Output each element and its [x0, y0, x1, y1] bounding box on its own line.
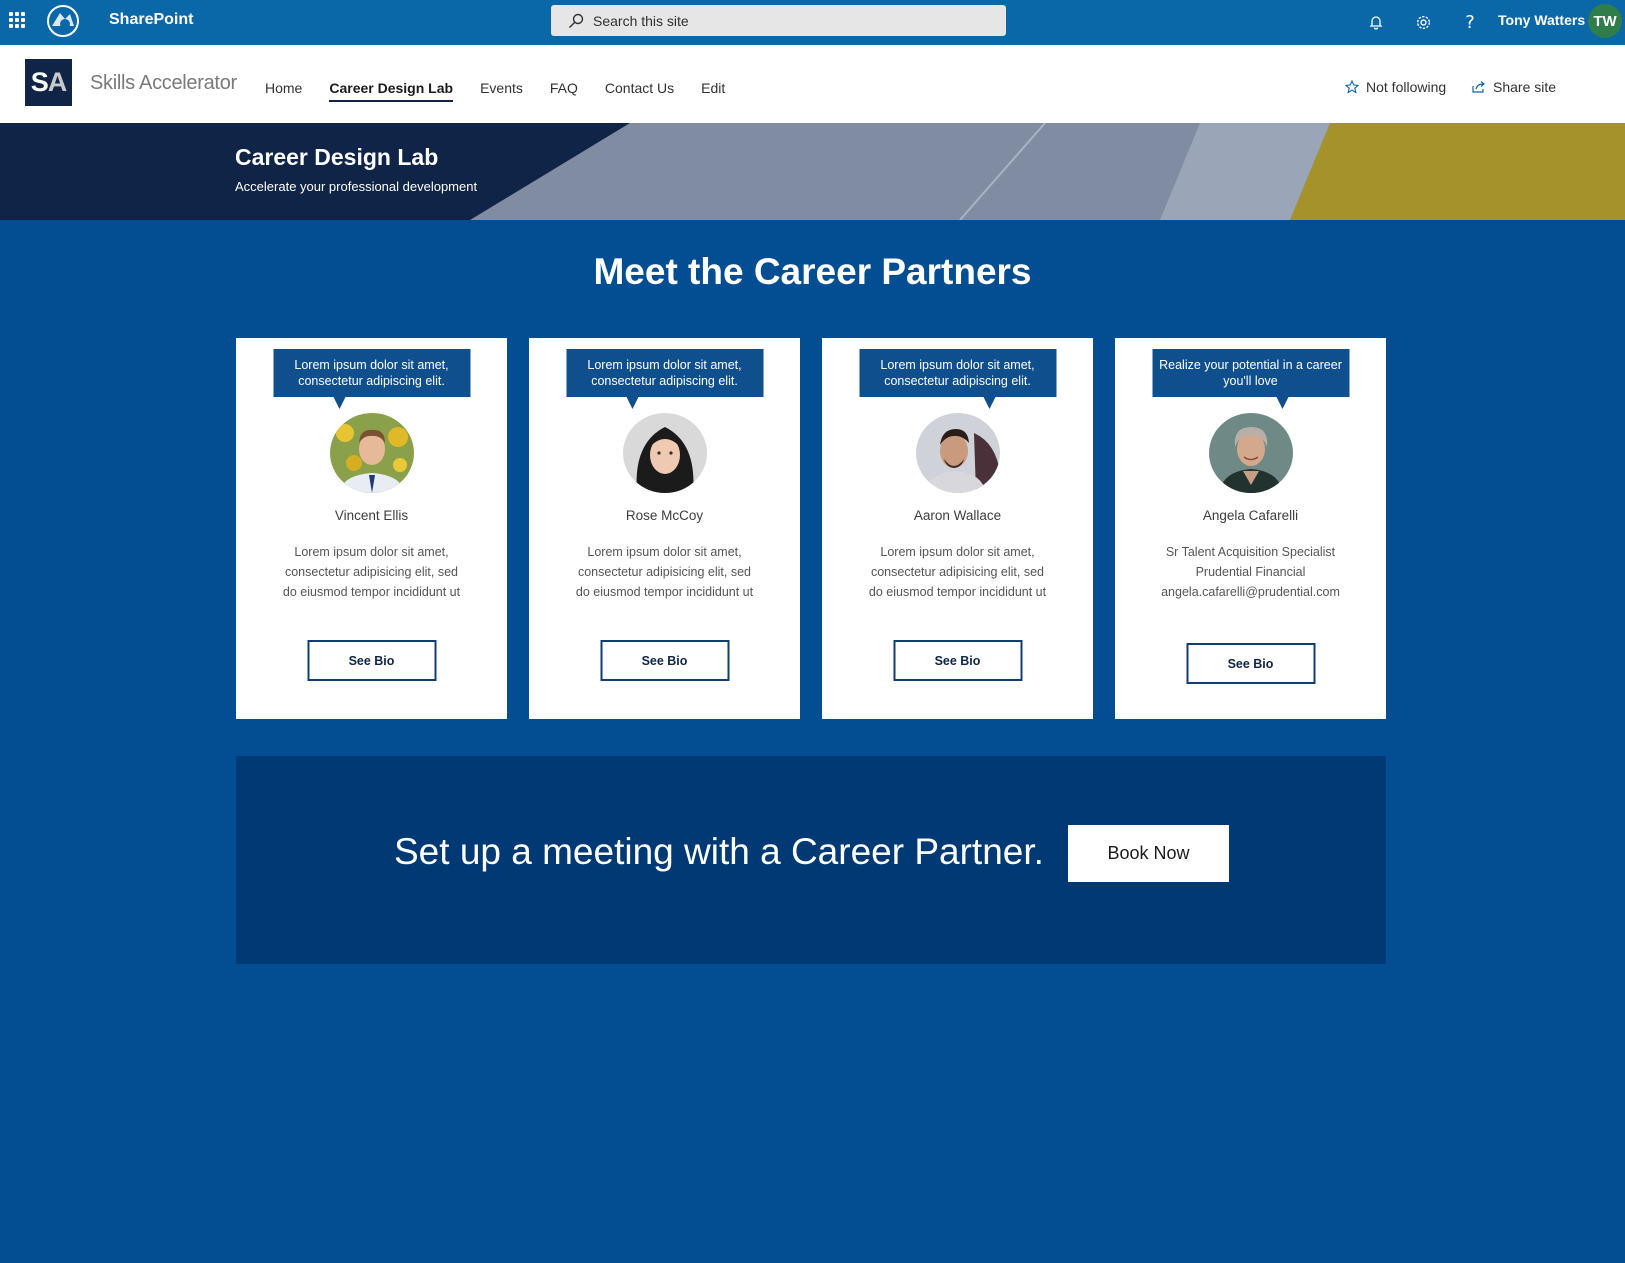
see-bio-button[interactable]: See Bio	[307, 640, 436, 681]
nav-item-home[interactable]: Home	[265, 80, 302, 102]
partner-description: Lorem ipsum dolor sit amet, consectetur …	[549, 542, 780, 602]
see-bio-button[interactable]: See Bio	[893, 640, 1022, 681]
banner-graphic	[0, 123, 1625, 220]
nav-item-events[interactable]: Events	[480, 80, 523, 102]
share-site-button[interactable]: Share site	[1471, 79, 1556, 95]
quote-bubble: Realize your potential in a career you'l…	[1152, 349, 1349, 409]
partner-card: Lorem ipsum dolor sit amet, consectetur …	[529, 338, 800, 719]
nav-item-edit[interactable]: Edit	[701, 80, 725, 102]
notifications-bell-icon[interactable]	[1365, 11, 1387, 33]
follow-button[interactable]: Not following	[1345, 79, 1446, 95]
book-now-button[interactable]: Book Now	[1068, 825, 1229, 882]
description-line: consectetur adipisicing elit, sed	[577, 565, 751, 579]
search-icon	[569, 13, 584, 28]
description-line: Lorem ipsum dolor sit amet,	[587, 545, 742, 559]
partner-job-title: Sr Talent Acquisition Specialist	[1165, 545, 1336, 559]
user-avatar[interactable]: TW	[1588, 4, 1622, 38]
partner-card: Lorem ipsum dolor sit amet, consectetur …	[236, 338, 507, 719]
banner-title: Career Design Lab	[235, 144, 439, 170]
see-bio-button[interactable]: See Bio	[600, 640, 729, 681]
see-bio-button[interactable]: See Bio	[1186, 643, 1315, 684]
nav-item-faq[interactable]: FAQ	[550, 80, 578, 102]
site-header: SA Skills Accelerator Home Career Design…	[0, 45, 1625, 123]
partner-name: Vincent Ellis	[334, 508, 409, 523]
share-icon	[1472, 81, 1485, 93]
booking-cta-panel: Set up a meeting with a Career Partner. …	[236, 756, 1386, 964]
settings-gear-icon[interactable]	[1412, 11, 1434, 33]
partner-photo	[329, 413, 414, 493]
suite-app-name[interactable]: SharePoint	[109, 11, 193, 29]
partner-photo	[1208, 413, 1293, 493]
partner-email: angela.cafarelli@prudential.com	[1161, 585, 1340, 599]
description-line: Lorem ipsum dolor sit amet,	[880, 545, 1035, 559]
follow-label: Not following	[1366, 79, 1447, 95]
partner-photo	[622, 413, 707, 493]
partner-name: Rose McCoy	[625, 508, 704, 523]
site-logo[interactable]: SA	[25, 59, 72, 106]
partner-name: Angela Cafarelli	[1202, 508, 1299, 523]
organization-logo-icon[interactable]	[46, 4, 80, 38]
description-line: Lorem ipsum dolor sit amet,	[294, 545, 449, 559]
partner-photo	[915, 413, 1000, 493]
description-line: consectetur adipisicing elit, sed	[870, 565, 1044, 579]
partner-card: Realize your potential in a career you'l…	[1115, 338, 1386, 719]
help-question-icon[interactable]: ?	[1459, 11, 1481, 33]
star-icon	[1345, 80, 1359, 94]
hero-banner: Career Design Lab Accelerate your profes…	[0, 123, 1625, 220]
nav-item-career-design-lab[interactable]: Career Design Lab	[329, 80, 453, 102]
user-name[interactable]: Tony Watters	[1498, 12, 1585, 28]
app-launcher-icon[interactable]	[9, 12, 25, 28]
cta-text: Set up a meeting with a Career Partner.	[394, 831, 1044, 872]
partner-company: Prudential Financial	[1195, 565, 1306, 579]
partner-description: Lorem ipsum dolor sit amet, consectetur …	[842, 542, 1073, 602]
site-navigation: Home Career Design Lab Events FAQ Contac…	[265, 80, 752, 102]
site-logo-letter-s: S	[30, 67, 49, 97]
suite-bar: SharePoint ? Tony Watters TW	[0, 0, 1625, 45]
description-line: consectetur adipisicing elit, sed	[284, 565, 458, 579]
site-logo-letter-a: A	[47, 67, 67, 97]
partner-description: Lorem ipsum dolor sit amet, consectetur …	[256, 542, 487, 602]
partner-description: Sr Talent Acquisition Specialist Prudent…	[1135, 542, 1366, 602]
description-line: do eiusmod tempor incididunt ut	[282, 585, 461, 599]
description-line: do eiusmod tempor incididunt ut	[868, 585, 1047, 599]
quote-bubble: Lorem ipsum dolor sit amet, consectetur …	[273, 349, 470, 409]
search-input[interactable]	[593, 12, 973, 29]
share-label: Share site	[1493, 79, 1557, 95]
site-title[interactable]: Skills Accelerator	[90, 72, 237, 95]
site-search-box[interactable]	[551, 5, 1006, 36]
description-line: do eiusmod tempor incididunt ut	[575, 585, 754, 599]
banner-subtitle: Accelerate your professional development	[235, 179, 478, 194]
quote-bubble: Lorem ipsum dolor sit amet, consectetur …	[566, 349, 763, 409]
nav-item-contact-us[interactable]: Contact Us	[605, 80, 674, 102]
partner-name: Aaron Wallace	[913, 508, 1002, 523]
section-heading: Meet the Career Partners	[593, 251, 1032, 292]
quote-bubble: Lorem ipsum dolor sit amet, consectetur …	[859, 349, 1056, 409]
partner-card: Lorem ipsum dolor sit amet, consectetur …	[822, 338, 1093, 719]
